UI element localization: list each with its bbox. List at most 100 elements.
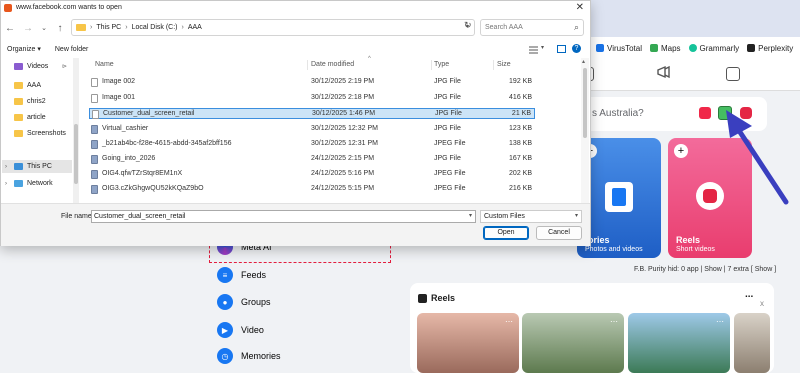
video-icon[interactable] bbox=[726, 67, 740, 81]
megaphone-icon[interactable] bbox=[656, 65, 672, 82]
file-row[interactable]: Going_into_2026 24/12/2025 2:15 PM JPG F… bbox=[89, 154, 535, 165]
file-row[interactable]: _b21ab4bc-f28e-4615-abdd-345af2bff156 30… bbox=[89, 139, 535, 150]
nav-item-article[interactable]: article bbox=[5, 114, 46, 121]
file-list-scrollbar[interactable]: ▴ bbox=[581, 58, 589, 203]
nav-item-aaa[interactable]: AAA bbox=[5, 82, 41, 89]
dialog-titlebar: www.facebook.com wants to open ✕ bbox=[1, 1, 590, 14]
scrollbar-thumb[interactable] bbox=[74, 124, 78, 184]
groups-icon: ● bbox=[217, 294, 233, 310]
up-arrow-icon[interactable]: ↑ bbox=[53, 23, 67, 34]
close-button[interactable]: ✕ bbox=[576, 2, 584, 13]
chevron-down-icon[interactable]: ▾ bbox=[469, 211, 472, 222]
nav-item-network[interactable]: › Network bbox=[5, 180, 53, 187]
reel-thumbnail[interactable]: ⋯ bbox=[522, 313, 624, 373]
file-size: 192 KB bbox=[509, 78, 532, 85]
reel-thumbnail[interactable] bbox=[734, 313, 770, 373]
expand-chevron-icon[interactable]: › bbox=[5, 164, 10, 170]
nav-item-chris2[interactable]: chris2 bbox=[5, 98, 46, 105]
breadcrumb-aaa[interactable]: AAA bbox=[188, 24, 202, 31]
sidebar-item-feeds[interactable]: ≡ Feeds bbox=[217, 267, 266, 283]
column-divider[interactable] bbox=[431, 60, 432, 70]
reels-section: Reels ... x ⋯ ⋯ ⋯ bbox=[410, 283, 774, 373]
file-name: Customer_dual_screen_retail bbox=[103, 110, 195, 117]
column-header-type[interactable]: Type bbox=[434, 61, 449, 68]
preview-pane-icon[interactable] bbox=[557, 45, 566, 53]
nav-item-this-pc[interactable]: › This PC bbox=[2, 160, 72, 173]
fb-purity-status[interactable]: F.B. Purity hid: 0 app | Show | 7 extra … bbox=[634, 266, 776, 273]
scrollbar-thumb[interactable] bbox=[583, 68, 587, 138]
breadcrumb-this-pc[interactable]: This PC bbox=[96, 24, 121, 31]
image-thumbnail-icon bbox=[91, 155, 98, 164]
column-divider[interactable] bbox=[307, 60, 308, 70]
address-bar[interactable]: › This PC › Local Disk (C:) › AAA ▾ bbox=[71, 19, 475, 36]
sidebar-item-memories[interactable]: ◷ Memories bbox=[217, 348, 281, 364]
view-options-chevron-icon[interactable]: ▾ bbox=[541, 44, 544, 51]
file-row[interactable]: Image 001 30/12/2025 2:18 PM JPG File 41… bbox=[89, 93, 535, 104]
file-name-input[interactable]: Customer_dual_screen_retail ▾ bbox=[91, 210, 476, 223]
expand-chevron-icon[interactable]: › bbox=[5, 181, 10, 187]
dialog-title: www.facebook.com wants to open bbox=[16, 4, 122, 11]
reels-icon bbox=[418, 293, 427, 303]
file-row[interactable]: OIG4.qfwTZrStqr8EM1nX 24/12/2025 5:16 PM… bbox=[89, 169, 535, 180]
bookmark-perplexity[interactable]: Perplexity bbox=[747, 44, 793, 53]
chevron-down-icon: ▾ bbox=[574, 213, 578, 219]
reel-thumbnail[interactable]: ⋯ bbox=[417, 313, 519, 373]
sidebar-item-video[interactable]: ▶ Video bbox=[217, 322, 264, 338]
new-folder-button[interactable]: New folder bbox=[55, 46, 88, 53]
refresh-icon[interactable]: ↻ bbox=[464, 20, 472, 31]
reel-thumbnail[interactable]: ⋯ bbox=[628, 313, 730, 373]
bookmark-virustotal[interactable]: VirusTotal bbox=[596, 44, 642, 53]
bookmark-grammarly[interactable]: Grammarly bbox=[688, 43, 740, 53]
navigation-row: ← → ⌄ ↑ › This PC › Local Disk (C:) › AA… bbox=[1, 17, 590, 39]
search-box[interactable]: Search AAA ⌕ bbox=[480, 19, 584, 36]
file-name: OIG3.cZkGhgwQU52kKQaZ9bO bbox=[102, 185, 204, 192]
file-open-dialog: www.facebook.com wants to open ✕ ← → ⌄ ↑… bbox=[0, 0, 591, 246]
more-icon[interactable]: ⋯ bbox=[610, 317, 618, 326]
search-placeholder: Search AAA bbox=[485, 24, 523, 31]
search-icon: ⌕ bbox=[573, 22, 579, 32]
cancel-button[interactable]: Cancel bbox=[536, 226, 582, 240]
post-prompt[interactable]: s Australia? bbox=[592, 108, 644, 119]
file-date: 30/12/2025 12:32 PM bbox=[311, 125, 378, 132]
sidebar-item-groups[interactable]: ● Groups bbox=[217, 294, 271, 310]
video-folder-icon bbox=[14, 63, 23, 70]
more-icon[interactable]: ⋯ bbox=[716, 317, 724, 326]
help-icon[interactable]: ? bbox=[572, 44, 581, 53]
close-reels-button[interactable]: x bbox=[760, 299, 764, 308]
nav-item-label: article bbox=[27, 114, 46, 121]
breadcrumb-local-disk[interactable]: Local Disk (C:) bbox=[132, 24, 178, 31]
column-header-name[interactable]: Name bbox=[95, 61, 114, 68]
scroll-up-arrow-icon[interactable]: ▴ bbox=[582, 58, 585, 65]
file-row[interactable]: Virtual_cashier 30/12/2025 12:32 PM JPG … bbox=[89, 124, 535, 135]
file-date: 30/12/2025 12:31 PM bbox=[311, 140, 378, 147]
file-row[interactable]: Image 002 30/12/2025 2:19 PM JPG File 19… bbox=[89, 77, 535, 88]
pin-icon: ⊳ bbox=[62, 64, 68, 70]
file-size: 21 KB bbox=[511, 110, 531, 117]
file-row[interactable]: OIG3.cZkGhgwQU52kKQaZ9bO 24/12/2025 5:15… bbox=[89, 184, 535, 195]
more-options-button[interactable]: ... bbox=[745, 289, 753, 300]
forward-arrow-icon[interactable]: → bbox=[21, 23, 35, 34]
more-icon[interactable]: ⋯ bbox=[505, 317, 513, 326]
column-header-date[interactable]: Date modified bbox=[311, 61, 354, 68]
file-type: JPG File bbox=[434, 78, 461, 85]
organize-button[interactable]: Organize ▾ bbox=[7, 45, 41, 53]
change-view-icon[interactable] bbox=[529, 45, 538, 54]
open-button[interactable]: Open bbox=[483, 226, 529, 240]
command-bar: Organize ▾ New folder bbox=[1, 41, 590, 57]
reels-title: Reels bbox=[431, 293, 456, 303]
file-icon bbox=[91, 78, 98, 87]
file-row-selected[interactable]: Customer_dual_screen_retail 30/12/2025 1… bbox=[89, 108, 535, 119]
bookmark-maps[interactable]: Maps bbox=[649, 44, 681, 53]
file-date: 24/12/2025 2:15 PM bbox=[311, 155, 375, 162]
file-type-select[interactable]: Custom Files ▾ bbox=[480, 210, 582, 223]
recent-locations-chevron-icon[interactable]: ⌄ bbox=[37, 24, 51, 32]
back-arrow-icon[interactable]: ← bbox=[3, 23, 17, 34]
live-video-icon[interactable] bbox=[699, 107, 711, 119]
nav-item-screenshots[interactable]: Screenshots bbox=[5, 130, 66, 137]
column-divider[interactable] bbox=[493, 60, 494, 70]
bookmark-label: Grammarly bbox=[699, 43, 740, 53]
navigation-scrollbar[interactable] bbox=[73, 58, 79, 203]
nav-item-videos[interactable]: Videos bbox=[5, 63, 48, 70]
column-header-size[interactable]: Size bbox=[497, 61, 511, 68]
video-play-icon: ▶ bbox=[217, 322, 233, 338]
